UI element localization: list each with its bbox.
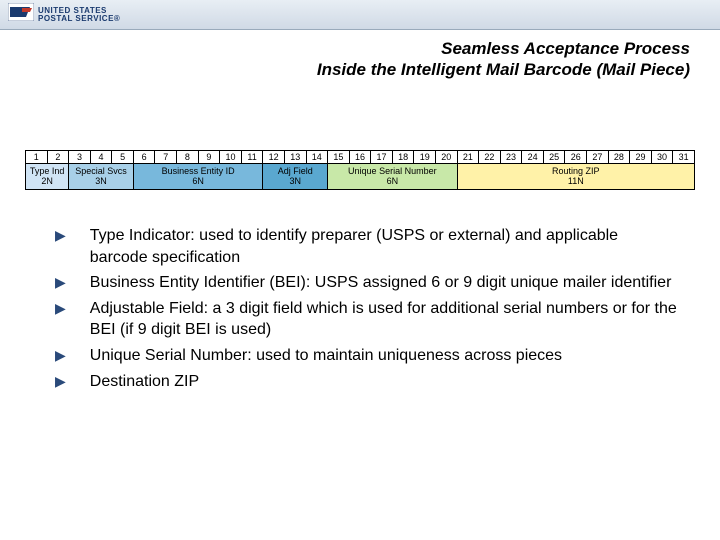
eagle-icon bbox=[8, 3, 34, 26]
pos-cell: 25 bbox=[543, 151, 565, 164]
bullet-item: ▶ Business Entity Identifier (BEI): USPS… bbox=[55, 272, 680, 294]
usps-logo: UNITED STATES POSTAL SERVICE® bbox=[8, 3, 120, 26]
bullet-text: Business Entity Identifier (BEI): USPS a… bbox=[90, 272, 672, 294]
header-bar: UNITED STATES POSTAL SERVICE® bbox=[0, 0, 720, 30]
pos-cell: 13 bbox=[284, 151, 306, 164]
field-adj: Adj Field3N bbox=[263, 164, 328, 190]
title-line1: Seamless Acceptance Process bbox=[317, 38, 690, 59]
bullet-text: Adjustable Field: a 3 digit field which … bbox=[90, 298, 680, 341]
pos-cell: 17 bbox=[371, 151, 393, 164]
bullet-text: Destination ZIP bbox=[90, 371, 199, 393]
slide-title: Seamless Acceptance Process Inside the I… bbox=[317, 38, 690, 81]
bullet-icon: ▶ bbox=[55, 347, 66, 364]
pos-cell: 26 bbox=[565, 151, 587, 164]
bullet-text: Unique Serial Number: used to maintain u… bbox=[90, 345, 562, 367]
bullet-item: ▶ Adjustable Field: a 3 digit field whic… bbox=[55, 298, 680, 341]
field-business-entity-id: Business Entity ID6N bbox=[133, 164, 262, 190]
pos-cell: 12 bbox=[263, 151, 285, 164]
logo-text: UNITED STATES POSTAL SERVICE® bbox=[38, 7, 120, 23]
pos-cell: 23 bbox=[500, 151, 522, 164]
pos-cell: 22 bbox=[479, 151, 501, 164]
pos-cell: 1 bbox=[26, 151, 48, 164]
pos-cell: 10 bbox=[220, 151, 242, 164]
field-row: Type Ind2N Special Svcs3N Business Entit… bbox=[26, 164, 695, 190]
bullet-icon: ▶ bbox=[55, 274, 66, 291]
pos-cell: 30 bbox=[651, 151, 673, 164]
bullet-text: Type Indicator: used to identify prepare… bbox=[90, 225, 680, 268]
pos-cell: 27 bbox=[587, 151, 609, 164]
pos-cell: 6 bbox=[133, 151, 155, 164]
pos-cell: 31 bbox=[673, 151, 695, 164]
pos-cell: 28 bbox=[608, 151, 630, 164]
pos-cell: 14 bbox=[306, 151, 328, 164]
field-special-svcs: Special Svcs3N bbox=[69, 164, 134, 190]
logo-line2: POSTAL SERVICE® bbox=[38, 15, 120, 23]
bullet-item: ▶ Destination ZIP bbox=[55, 371, 680, 393]
barcode-structure-table: 1 2 3 4 5 6 7 8 9 10 11 12 13 14 15 16 1… bbox=[25, 150, 695, 190]
pos-cell: 4 bbox=[90, 151, 112, 164]
bullet-icon: ▶ bbox=[55, 373, 66, 390]
field-routing-zip: Routing ZIP11N bbox=[457, 164, 694, 190]
bullet-icon: ▶ bbox=[55, 227, 66, 244]
pos-cell: 8 bbox=[177, 151, 199, 164]
pos-cell: 3 bbox=[69, 151, 91, 164]
bullet-item: ▶ Type Indicator: used to identify prepa… bbox=[55, 225, 680, 268]
pos-cell: 11 bbox=[241, 151, 263, 164]
title-line2: Inside the Intelligent Mail Barcode (Mai… bbox=[317, 59, 690, 80]
bullet-item: ▶ Unique Serial Number: used to maintain… bbox=[55, 345, 680, 367]
pos-cell: 2 bbox=[47, 151, 69, 164]
field-type-indicator: Type Ind2N bbox=[26, 164, 69, 190]
pos-cell: 29 bbox=[630, 151, 652, 164]
pos-cell: 18 bbox=[392, 151, 414, 164]
pos-cell: 20 bbox=[435, 151, 457, 164]
pos-cell: 21 bbox=[457, 151, 479, 164]
pos-cell: 5 bbox=[112, 151, 134, 164]
pos-cell: 24 bbox=[522, 151, 544, 164]
position-row: 1 2 3 4 5 6 7 8 9 10 11 12 13 14 15 16 1… bbox=[26, 151, 695, 164]
pos-cell: 15 bbox=[328, 151, 350, 164]
pos-cell: 19 bbox=[414, 151, 436, 164]
pos-cell: 16 bbox=[349, 151, 371, 164]
field-unique-serial: Unique Serial Number6N bbox=[328, 164, 457, 190]
pos-cell: 7 bbox=[155, 151, 177, 164]
bullet-icon: ▶ bbox=[55, 300, 66, 317]
bullet-list: ▶ Type Indicator: used to identify prepa… bbox=[55, 225, 680, 396]
pos-cell: 9 bbox=[198, 151, 220, 164]
